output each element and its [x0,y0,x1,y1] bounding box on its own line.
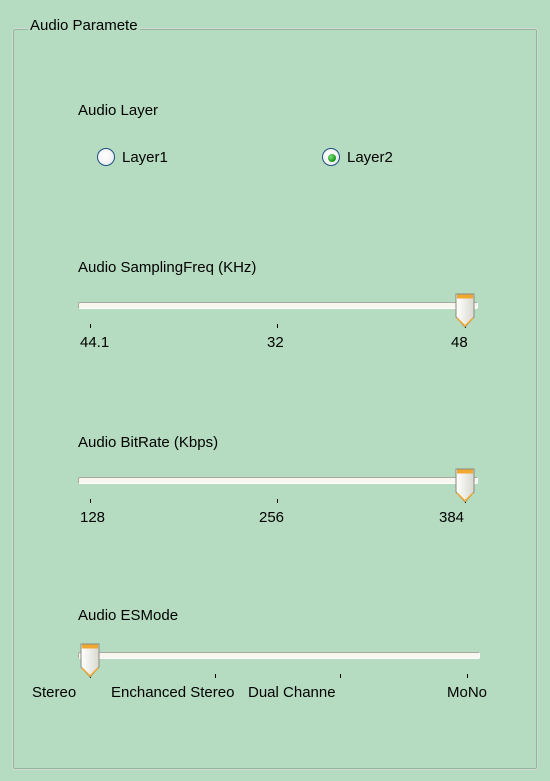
slider-thumb[interactable] [454,467,476,504]
bitrate-slider[interactable]: 128 256 384 [78,467,478,526]
slider-tick-label: MoNo [447,684,488,701]
audio-parameters-panel: Audio Paramete Audio Layer Layer1 Layer2… [0,0,550,781]
radio-layer1-label[interactable]: Layer1 [122,149,168,166]
slider-tick [340,674,341,678]
es-mode-track[interactable] [78,652,480,659]
radio-layer1[interactable]: Layer1 [97,148,168,166]
radio-layer1-circle[interactable] [97,148,115,166]
slider-tick-label: 48 [451,334,468,351]
slider-tick-label: 384 [439,509,465,526]
radio-layer2-circle[interactable] [322,148,340,166]
es-mode-slider[interactable]: Stereo Enchanced Stereo Dual Channe MoNo [32,642,487,701]
slider-tick [277,324,278,328]
slider-tick [467,674,468,678]
slider-thumb[interactable] [454,292,476,329]
slider-tick-label: 256 [259,509,285,526]
slider-tick [277,499,278,503]
slider-tick-label: 32 [267,334,284,351]
slider-tick [215,674,216,678]
sampling-freq-track[interactable] [78,302,478,309]
radio-layer2[interactable]: Layer2 [322,148,393,166]
bitrate-label: Audio BitRate (Kbps) [78,434,219,451]
slider-tick-label: 44.1 [80,334,110,351]
slider-tick [90,324,91,328]
audio-layer-label: Audio Layer [78,102,159,119]
sampling-freq-slider[interactable]: 44.1 32 48 [78,292,478,351]
sampling-freq-label: Audio SamplingFreq (KHz) [78,259,257,276]
slider-tick-label: Enchanced Stereo [111,684,235,701]
radio-layer2-label[interactable]: Layer2 [347,149,393,166]
slider-tick-label: 128 [80,509,106,526]
groupbox-title: Audio Paramete [28,16,140,36]
slider-tick-label: Dual Channe [248,684,336,701]
slider-tick [90,499,91,503]
slider-thumb[interactable] [79,642,101,679]
es-mode-label: Audio ESMode [78,607,179,624]
slider-tick-label: Stereo [32,684,77,701]
radio-selected-dot [328,154,336,162]
bitrate-track[interactable] [78,477,478,484]
